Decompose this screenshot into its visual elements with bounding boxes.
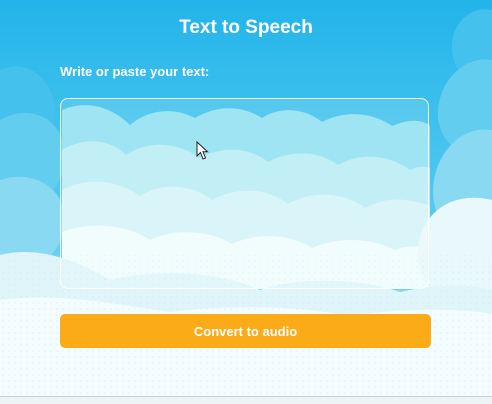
text-input[interactable] (60, 98, 429, 289)
convert-to-audio-button[interactable]: Convert to audio (60, 314, 431, 348)
text-input-label: Write or paste your text: (60, 64, 210, 79)
page-title: Text to Speech (179, 17, 313, 38)
mouse-pointer-icon (196, 141, 209, 160)
